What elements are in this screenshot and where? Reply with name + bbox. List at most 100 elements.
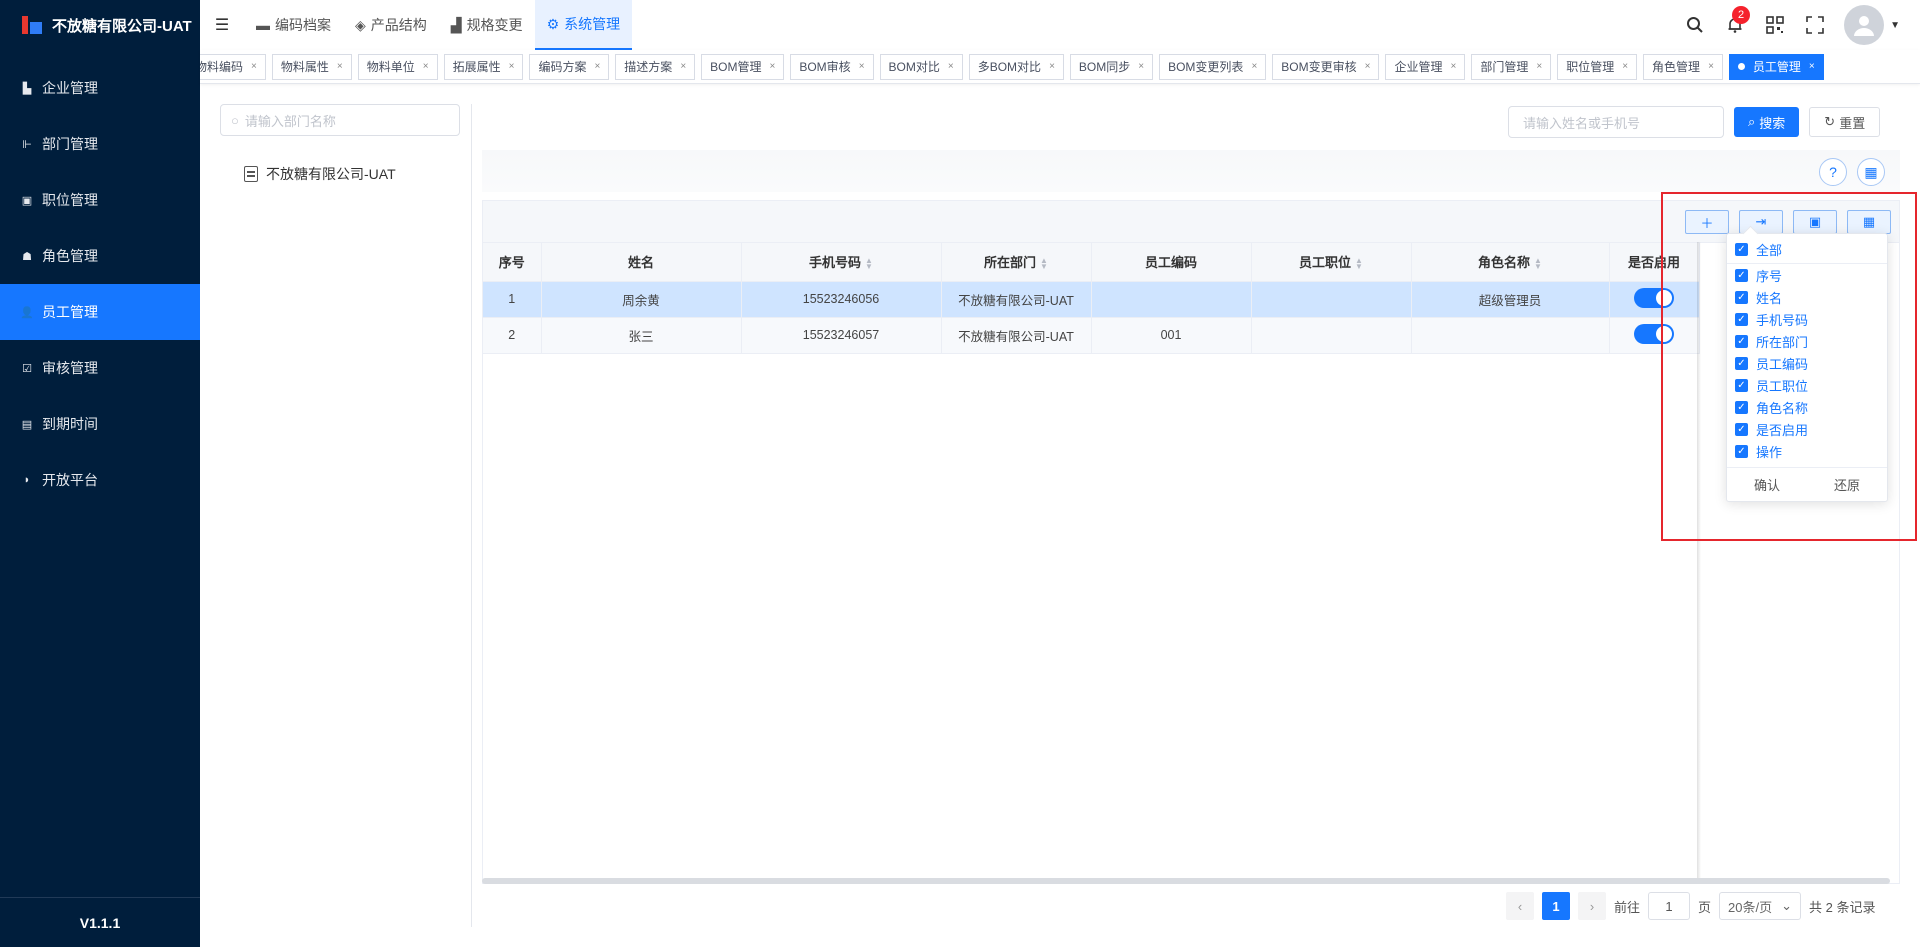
- visited-tab[interactable]: 角色管理 ×: [1643, 53, 1723, 80]
- employee-table: 序号 姓名 手机号码 ▲ ▼ 所在部门 ▲ ▼ 员工编码 员工职位 ▲ ▼ 角色名称 ▲ ▼ 是…: [483, 243, 1700, 354]
- visited-tab[interactable]: 物料属性 ×: [271, 53, 352, 80]
- table-row[interactable]: 1 周余黄 15523246056 不放糖有限公司-UAT 超级管理员: [483, 281, 1700, 318]
- visited-tab[interactable]: 描述方案 ×: [615, 53, 696, 80]
- page-size-select[interactable]: 20条/页 ⌄: [1719, 892, 1802, 920]
- table-row[interactable]: 2 张三 15523246057 不放糖有限公司-UAT 001: [483, 317, 1700, 354]
- sidebar-item-company[interactable]: ▙ 企业管理: [0, 60, 200, 116]
- cell-phone: 15523246057: [741, 317, 942, 354]
- prev-page-button[interactable]: ‹: [1506, 892, 1534, 920]
- column-settings-icon[interactable]: ▦: [1857, 158, 1885, 186]
- close-icon[interactable]: ×: [594, 61, 600, 72]
- visited-tab[interactable]: 编码方案 ×: [529, 53, 610, 80]
- sidebar-item-employee[interactable]: 👤 员工管理: [0, 284, 200, 340]
- close-icon[interactable]: ×: [251, 61, 257, 72]
- visited-tab[interactable]: BOM审核 ×: [790, 53, 874, 80]
- company-logo-icon: [20, 14, 44, 36]
- sort-icon[interactable]: ▲ ▼: [1355, 256, 1363, 270]
- close-icon[interactable]: ×: [1708, 61, 1714, 72]
- close-icon[interactable]: ×: [1365, 61, 1371, 72]
- sidebar-item-label: 职位管理: [42, 192, 98, 208]
- sidebar-item-label: 开放平台: [42, 472, 98, 488]
- goto-page-input[interactable]: 1: [1648, 892, 1691, 920]
- sidebar-item-department[interactable]: ⊩ 部门管理: [0, 116, 200, 172]
- visited-tab[interactable]: 物料编码 ×: [200, 53, 266, 80]
- next-page-button[interactable]: ›: [1578, 892, 1606, 920]
- visited-tab[interactable]: BOM对比 ×: [879, 53, 963, 80]
- close-icon[interactable]: ×: [337, 61, 343, 72]
- visited-tab[interactable]: 物料单位 ×: [357, 53, 438, 80]
- employee-search-input[interactable]: 请输入姓名或手机号: [1508, 106, 1724, 138]
- fullscreen-icon[interactable]: [1804, 14, 1826, 36]
- column-header-code[interactable]: 员工编码: [1091, 243, 1252, 282]
- column-header-role[interactable]: 角色名称 ▲ ▼: [1411, 243, 1610, 282]
- close-icon[interactable]: ×: [1809, 61, 1815, 72]
- close-icon[interactable]: ×: [1138, 61, 1144, 72]
- visited-tab-label: 描述方案: [624, 60, 673, 74]
- user-avatar[interactable]: [1844, 5, 1885, 45]
- nav-tab-spec-change[interactable]: ▟ 规格变更: [439, 0, 535, 50]
- column-header-dept[interactable]: 所在部门 ▲ ▼: [941, 243, 1092, 282]
- visited-tab[interactable]: 企业管理 ×: [1385, 53, 1466, 80]
- visited-tab[interactable]: BOM变更列表 ×: [1159, 53, 1267, 80]
- sidebar-item-position[interactable]: ▣ 职位管理: [0, 172, 200, 228]
- pagination: ‹ 1 › 前往 1 页 20条/页 ⌄ 共 2 条记录: [1506, 892, 1876, 920]
- close-icon[interactable]: ×: [509, 61, 515, 72]
- header-actions: 2 ▼: [1684, 0, 1900, 50]
- department-tree-root[interactable]: 不放糖有限公司-UAT: [244, 164, 470, 184]
- visited-tab-label: 物料单位: [366, 60, 415, 74]
- close-icon[interactable]: ×: [948, 61, 954, 72]
- column-header-phone[interactable]: 手机号码 ▲ ▼: [741, 243, 942, 282]
- visited-tab[interactable]: 员工管理 ×: [1728, 53, 1824, 80]
- visited-tab-label: 员工管理: [1752, 60, 1801, 74]
- sidebar-item-role[interactable]: ☗ 角色管理: [0, 228, 200, 284]
- nav-tab-product-structure[interactable]: ◈ 产品结构: [343, 0, 439, 50]
- visited-tab[interactable]: 拓展属性 ×: [443, 53, 524, 80]
- help-icon[interactable]: ?: [1819, 158, 1847, 186]
- horizontal-scrollbar[interactable]: [482, 878, 1890, 884]
- close-icon[interactable]: ×: [680, 61, 686, 72]
- search-icon[interactable]: [1684, 14, 1706, 36]
- visited-tab[interactable]: BOM管理 ×: [701, 53, 785, 80]
- department-panel: ○ 请输入部门名称 不放糖有限公司-UAT: [220, 104, 470, 184]
- department-search-input[interactable]: ○ 请输入部门名称: [220, 104, 460, 136]
- close-icon[interactable]: ×: [1450, 61, 1456, 72]
- column-header-index[interactable]: 序号: [483, 243, 542, 282]
- close-icon[interactable]: ×: [1536, 61, 1542, 72]
- close-icon[interactable]: ×: [1049, 61, 1055, 72]
- close-icon[interactable]: ×: [859, 61, 865, 72]
- visited-tab-label: 拓展属性: [452, 60, 501, 74]
- column-header-name[interactable]: 姓名: [541, 243, 742, 282]
- sidebar-item-label: 员工管理: [42, 304, 98, 320]
- close-icon[interactable]: ×: [770, 61, 776, 72]
- visited-tab[interactable]: BOM同步 ×: [1069, 53, 1154, 80]
- close-icon[interactable]: ×: [1622, 61, 1628, 72]
- logo-text: 不放糖有限公司-UAT: [52, 17, 192, 35]
- column-header-position[interactable]: 员工职位 ▲ ▼: [1251, 243, 1412, 282]
- collapse-menu-icon[interactable]: ☰: [200, 15, 244, 35]
- sidebar-item-open-platform[interactable]: ◗ 开放平台: [0, 452, 200, 508]
- sort-icon[interactable]: ▲ ▼: [865, 256, 873, 270]
- close-icon[interactable]: ×: [1251, 61, 1257, 72]
- sort-icon[interactable]: ▲ ▼: [1534, 256, 1542, 270]
- cell-dept: 不放糖有限公司-UAT: [941, 281, 1092, 318]
- visited-tab[interactable]: 部门管理 ×: [1471, 53, 1552, 80]
- sort-icon[interactable]: ▲ ▼: [1040, 256, 1048, 270]
- nav-tab-system-management[interactable]: ⚙ 系统管理: [534, 0, 633, 50]
- visited-tab[interactable]: 多BOM对比 ×: [968, 53, 1064, 80]
- cell-code: [1091, 281, 1252, 318]
- sidebar-item-audit[interactable]: ☑ 审核管理: [0, 340, 200, 396]
- qrcode-icon[interactable]: [1764, 14, 1786, 36]
- search-button[interactable]: ⌕ 搜索: [1734, 107, 1800, 137]
- visited-tab[interactable]: 职位管理 ×: [1557, 53, 1638, 80]
- active-dot-icon: [1737, 63, 1745, 70]
- chevron-down-icon[interactable]: ▼: [1890, 20, 1900, 31]
- close-icon[interactable]: ×: [423, 61, 429, 72]
- reset-button[interactable]: ↻ 重置: [1809, 107, 1881, 137]
- action-band: [482, 150, 1900, 192]
- visited-tab[interactable]: BOM变更审核 ×: [1272, 53, 1380, 80]
- nav-tab-code-archive[interactable]: ▬ 编码档案: [244, 0, 343, 50]
- bell-icon[interactable]: 2: [1724, 6, 1751, 36]
- page-button[interactable]: 1: [1542, 892, 1570, 920]
- building-icon: ▙: [22, 82, 32, 95]
- sidebar-item-expiry[interactable]: ▤ 到期时间: [0, 396, 200, 452]
